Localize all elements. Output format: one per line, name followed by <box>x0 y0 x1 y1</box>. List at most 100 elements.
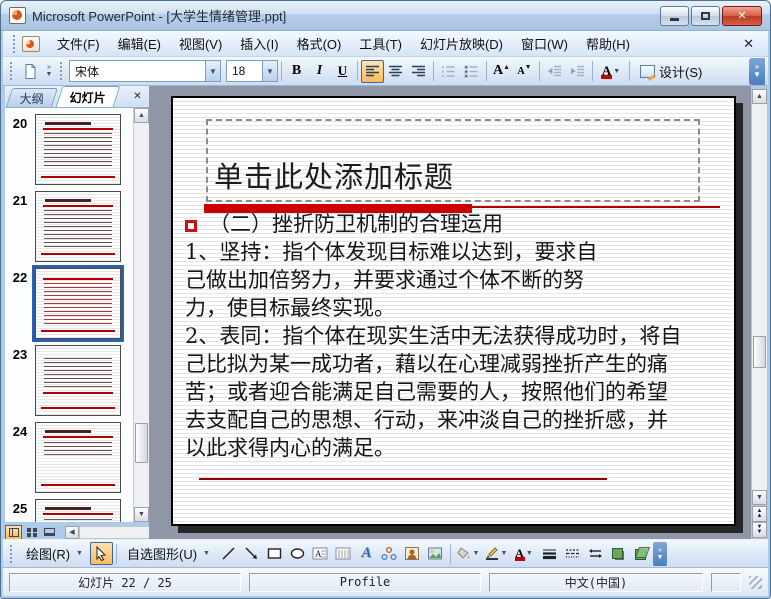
select-objects-button[interactable] <box>89 542 113 565</box>
line-style-button[interactable] <box>538 542 561 565</box>
font-color-button[interactable]: A ▼ <box>596 60 626 83</box>
menu-item-format[interactable]: 格式(O) <box>288 31 351 56</box>
minimize-button[interactable] <box>660 5 689 26</box>
resize-grip[interactable] <box>749 575 762 589</box>
font-color-button-drawbar[interactable]: A ▼ <box>510 542 538 565</box>
menu-item-slideshow[interactable]: 幻灯片放映(D) <box>411 31 512 56</box>
line-color-button[interactable]: ▼ <box>482 542 510 565</box>
arrow-tool-button[interactable] <box>240 542 263 565</box>
thumbnail-image[interactable] <box>35 114 121 185</box>
decrease-indent-button[interactable] <box>543 60 566 83</box>
scroll-up-arrow[interactable]: ▲ <box>134 108 149 123</box>
tab-outline[interactable]: 大纲 <box>5 88 59 107</box>
panel-scroll-thumb[interactable] <box>135 422 148 463</box>
align-left-button[interactable] <box>361 59 384 83</box>
thumbnail-image[interactable] <box>35 499 121 522</box>
scroll-left-arrow[interactable]: ◀ <box>65 525 79 539</box>
chevron-down-icon[interactable]: ▼ <box>613 68 620 75</box>
menu-item-window[interactable]: 窗口(W) <box>512 31 577 56</box>
arrow-style-button[interactable] <box>584 542 607 565</box>
oval-tool-button[interactable] <box>286 542 309 565</box>
underline-button[interactable]: U <box>331 60 354 83</box>
toolbar-grip[interactable] <box>10 62 15 80</box>
increase-font-size-button[interactable]: A ▲ <box>490 60 513 83</box>
numbering-button[interactable] <box>437 60 460 83</box>
main-scroll-thumb[interactable] <box>753 335 766 368</box>
slide-design-button[interactable]: 设计(S) <box>633 60 709 83</box>
align-right-button[interactable] <box>407 60 430 83</box>
bold-button[interactable]: B <box>285 60 308 83</box>
3d-style-button[interactable] <box>630 542 653 565</box>
normal-view-button[interactable] <box>5 524 22 540</box>
slide-thumbnail-20[interactable]: 20 <box>5 114 133 185</box>
draw-menu-button[interactable]: 绘图(R) ▼ <box>19 541 90 566</box>
panel-close-button[interactable]: ✕ <box>130 89 145 104</box>
toolbar-grip[interactable] <box>10 544 15 563</box>
autoshapes-menu-button[interactable]: 自选图形(U) ▼ <box>120 541 217 566</box>
menu-item-view[interactable]: 视图(V) <box>170 31 231 56</box>
menu-item-tools[interactable]: 工具(T) <box>350 31 411 56</box>
chevron-down-icon[interactable]: ▼ <box>501 550 508 557</box>
main-scrollbar[interactable]: ▲ ▼ ▲ ▲ ▼ ▼ <box>751 88 768 539</box>
close-button[interactable]: ✕ <box>722 5 762 26</box>
dash-style-button[interactable] <box>561 542 584 565</box>
main-scroll-track[interactable] <box>752 104 767 490</box>
language-indicator[interactable]: 中文(中国) <box>489 572 703 592</box>
italic-button[interactable]: I <box>308 60 331 83</box>
scroll-down-arrow[interactable]: ▼ <box>134 507 149 522</box>
fill-color-button[interactable]: ▼ <box>454 542 482 565</box>
scroll-up-arrow[interactable]: ▲ <box>752 89 767 104</box>
toolbar-grip[interactable] <box>13 34 18 53</box>
clip-art-button[interactable] <box>401 542 424 565</box>
slide-thumbnail-23[interactable]: 23 <box>5 345 133 416</box>
slide-thumbnail-25[interactable]: 25 <box>5 499 133 522</box>
bullets-button[interactable] <box>460 60 483 83</box>
menu-item-file[interactable]: 文件(F) <box>48 31 109 56</box>
toolbar-options-button[interactable]: » ▼ <box>652 541 667 566</box>
thumbnail-image[interactable] <box>35 191 121 262</box>
increase-indent-button[interactable] <box>566 60 589 83</box>
scroll-down-arrow[interactable]: ▼ <box>752 490 767 505</box>
panel-scrollbar[interactable]: ▲ ▼ <box>133 108 149 522</box>
panel-scroll-track[interactable] <box>134 123 149 507</box>
toolbar-options-button[interactable]: » ▼ <box>42 60 56 83</box>
align-center-button[interactable] <box>384 60 407 83</box>
chevron-down-icon[interactable]: ▼ <box>526 550 533 557</box>
slide-thumbnail-24[interactable]: 24 <box>5 422 133 493</box>
slideshow-view-button[interactable] <box>41 525 58 540</box>
menu-item-insert[interactable]: 插入(I) <box>231 31 287 56</box>
slide-thumbnail-21[interactable]: 21 <box>5 191 133 262</box>
template-name[interactable]: Profile <box>249 572 481 592</box>
wordart-button[interactable]: A <box>355 542 378 565</box>
menu-item-edit[interactable]: 编辑(E) <box>109 31 170 56</box>
next-slide-button[interactable]: ▼ ▼ <box>752 522 767 538</box>
thumbnail-image[interactable] <box>32 265 124 342</box>
shadow-style-button[interactable] <box>607 542 630 565</box>
body-text-placeholder[interactable]: （二）挫折防卫机制的合理运用 1、坚持：指个体发现目标难以达到，要求自 己做出加… <box>185 210 681 462</box>
slide-canvas[interactable]: 单击此处添加标题 （二）挫折防卫机制的合理运用 1、坚持：指个体发现目标难以达到… <box>171 96 736 526</box>
font-size-select[interactable]: 18 ▼ <box>226 60 278 82</box>
toolbar-grip[interactable] <box>60 62 65 80</box>
line-tool-button[interactable] <box>217 542 240 565</box>
font-name-select[interactable]: 宋体 ▼ <box>69 60 221 82</box>
horizontal-scroll-track[interactable] <box>79 525 151 539</box>
maximize-button[interactable] <box>691 5 720 26</box>
tab-slides[interactable]: 幻灯片 <box>55 86 121 107</box>
slide-sorter-view-button[interactable] <box>23 525 40 540</box>
previous-slide-button[interactable]: ▲ ▲ <box>752 506 767 522</box>
decrease-font-size-button[interactable]: A ▼ <box>513 60 536 83</box>
thumbnail-image[interactable] <box>35 422 121 493</box>
slide-thumbnail-22-selected[interactable]: 22 <box>5 265 133 342</box>
chevron-down-icon[interactable]: ▼ <box>262 61 277 81</box>
insert-picture-button[interactable] <box>424 542 447 565</box>
chevron-down-icon[interactable]: ▼ <box>473 550 480 557</box>
diagram-button[interactable] <box>378 542 401 565</box>
text-box-button[interactable]: A <box>309 542 332 565</box>
menu-item-help[interactable]: 帮助(H) <box>577 31 639 56</box>
document-close-button[interactable]: ✕ <box>735 34 762 54</box>
chevron-down-icon[interactable]: ▼ <box>205 61 220 81</box>
thumbnail-image[interactable] <box>35 345 121 416</box>
title-placeholder[interactable]: 单击此处添加标题 <box>206 119 700 202</box>
vertical-text-box-button[interactable] <box>332 542 355 565</box>
toolbar-overflow-button[interactable]: » ▼ <box>749 57 765 85</box>
